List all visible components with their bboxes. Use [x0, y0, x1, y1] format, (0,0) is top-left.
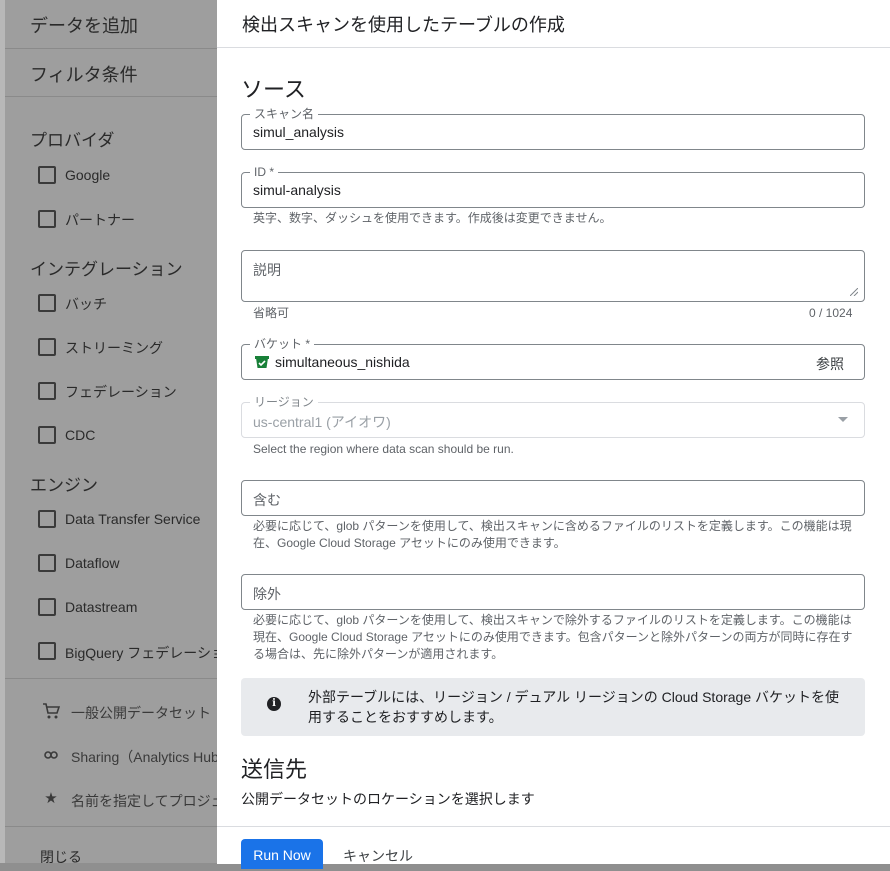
info-banner: i 外部テーブルには、リージョン / デュアル リージョンの Cloud Sto… [241, 678, 865, 736]
close-link[interactable]: 閉じる [40, 847, 82, 863]
scan-name-value: simul_analysis [253, 124, 345, 140]
drawer-footer: Run Now キャンセル [217, 826, 890, 869]
checkbox-label: ストリーミング [65, 340, 163, 356]
divider [5, 48, 217, 49]
browse-button[interactable]: 参照 [816, 354, 844, 374]
checkbox-label: パートナー [65, 212, 135, 228]
info-text: 外部テーブルには、リージョン / デュアル リージョンの Cloud Stora… [308, 689, 840, 725]
sharing-icon [42, 746, 60, 764]
divider [5, 678, 217, 679]
checkbox-label: Google [65, 167, 111, 183]
id-label: ID * [250, 165, 279, 179]
public-datasets-link[interactable]: 一般公開データセット [71, 703, 211, 723]
checkbox-federation[interactable] [38, 382, 56, 400]
star-icon: ★ [44, 790, 58, 807]
checkbox-partner[interactable] [38, 210, 56, 228]
checkbox-datastream[interactable] [38, 598, 56, 616]
id-hint: 英字、数字、ダッシュを使用できます。作成後は変更できません。 [253, 211, 612, 225]
description-counter: 0 / 1024 [809, 306, 853, 320]
description-hint: 省略可 [253, 306, 290, 320]
drawer-title: 検出スキャンを使用したテーブルの作成 [242, 15, 565, 35]
exclude-placeholder: 除外 [253, 586, 281, 602]
divider [5, 96, 217, 97]
checkbox-label: フェデレーション [65, 384, 177, 400]
create-table-drawer: 検出スキャンを使用したテーブルの作成 ソース スキャン名 simul_analy… [217, 0, 890, 869]
include-placeholder: 含む [253, 492, 281, 508]
description-placeholder: 説明 [253, 262, 281, 278]
id-field[interactable]: ID * simul-analysis [241, 165, 865, 208]
checkbox-batch[interactable] [38, 294, 56, 312]
checkbox-bigquery-federation[interactable] [38, 642, 56, 660]
cancel-button[interactable]: キャンセル [343, 846, 413, 866]
bucket-label: バケット * [250, 337, 315, 351]
divider [217, 47, 890, 48]
scan-name-field[interactable]: スキャン名 simul_analysis [241, 107, 865, 150]
destination-description: 公開データセットのロケーションを選択します [241, 791, 535, 807]
checkbox-label: CDC [65, 427, 96, 443]
checkbox-label: Datastream [65, 599, 138, 615]
cart-icon [42, 702, 61, 720]
checkbox-label: BigQuery フェデレーション [65, 645, 217, 661]
checkbox-label: バッチ [65, 296, 107, 312]
info-icon: i [267, 697, 281, 711]
run-now-button[interactable]: Run Now [241, 839, 323, 869]
include-field[interactable]: 含む [241, 480, 865, 516]
scan-name-label: スキャン名 [250, 107, 319, 121]
left-panel: データを追加 フィルタ条件 プロバイダ Google パートナー インテグレーシ… [0, 0, 217, 863]
description-textarea[interactable]: 説明 [241, 250, 865, 302]
region-value: us-central1 (アイオワ) [253, 414, 391, 430]
bucket-icon [255, 355, 269, 374]
checkbox-cdc[interactable] [38, 426, 56, 444]
left-edge-strip [0, 0, 5, 863]
checkbox-google[interactable] [38, 166, 56, 184]
checkbox-label: Data Transfer Service [65, 511, 201, 527]
provider-title: プロバイダ [30, 131, 115, 150]
add-data-header[interactable]: データを追加 [30, 12, 138, 38]
filter-header: フィルタ条件 [30, 65, 138, 85]
integration-title: インテグレーション [30, 260, 183, 279]
divider [5, 826, 217, 827]
exclude-field[interactable]: 除外 [241, 574, 865, 610]
checkbox-label: Dataflow [65, 555, 120, 571]
checkbox-streaming[interactable] [38, 338, 56, 356]
region-label: リージョン [250, 395, 318, 409]
checkbox-dataflow[interactable] [38, 554, 56, 572]
region-select: リージョン us-central1 (アイオワ) [241, 395, 865, 438]
resize-handle-icon[interactable] [850, 288, 858, 296]
star-project-link[interactable]: 名前を指定してプロジェクト [71, 791, 217, 811]
include-hint: 必要に応じて、glob パターンを使用して、検出スキャンに含めるファイルのリスト… [253, 519, 852, 550]
destination-heading: 送信先 [241, 757, 308, 782]
exclude-hint: 必要に応じて、glob パターンを使用して、検出スキャンで除外するファイルのリス… [253, 613, 853, 661]
region-hint: Select the region where data scan should… [253, 442, 514, 456]
dropdown-arrow-icon [838, 417, 848, 422]
id-value: simul-analysis [253, 182, 341, 198]
bucket-value: simultaneous_nishida [275, 354, 410, 370]
engine-title: エンジン [30, 476, 98, 495]
sharing-link[interactable]: Sharing（Analytics Hub） [71, 747, 217, 767]
source-heading: ソース [241, 77, 306, 102]
bucket-field[interactable]: バケット * simultaneous_nishida 参照 [241, 337, 865, 380]
checkbox-data-transfer-service[interactable] [38, 510, 56, 528]
